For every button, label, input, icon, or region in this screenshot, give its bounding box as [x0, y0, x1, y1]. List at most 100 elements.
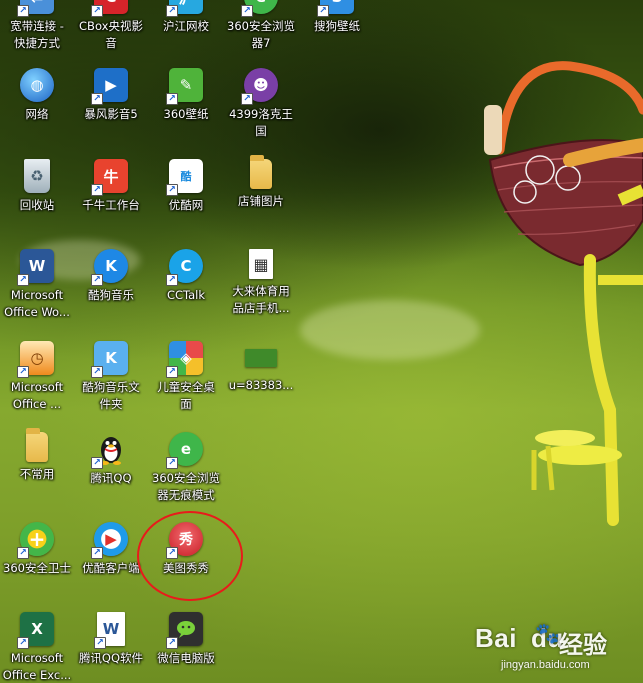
desktop-icon-incognito360[interactable]: e ↗ 360安全浏览 器无痕模式: [150, 430, 222, 516]
desktop-background: ⇄↗ 宽带连接 - 快捷方式 C↗ CBox央视影 音 沪↗ 沪江网校 e↗ 3…: [0, 0, 643, 683]
youku-web-icon: 酷 ↗: [166, 159, 203, 196]
desktop-icon-label: 不常用: [19, 467, 55, 481]
desktop-icon-word[interactable]: W ↗ Microsoft Office Wo...: [1, 247, 73, 333]
wallpaper-bokeh: [300, 300, 480, 360]
shortcut-arrow-icon: ↗: [317, 5, 329, 17]
shortcut-arrow-icon: ↗: [17, 5, 29, 17]
folder-icon: [26, 428, 48, 462]
shortcut-arrow-icon: ↗: [91, 274, 103, 286]
desktop-icon-label: u=83383...: [228, 378, 294, 392]
shortcut-arrow-icon: ↗: [166, 274, 178, 286]
desktop-icon-label: Microsoft Office ...: [10, 380, 64, 411]
word-document-icon: W ↗: [94, 612, 125, 649]
desktop-icon-office[interactable]: ◷ ↗ Microsoft Office ...: [1, 339, 73, 425]
wechat-pc-icon: ↗: [166, 612, 203, 649]
shortcut-arrow-icon: ↗: [91, 93, 103, 105]
desktop-icon-label: 千牛工作台: [82, 198, 140, 212]
desktop-icon-shop-images[interactable]: 店铺图片: [225, 155, 297, 243]
desktop-icon-label: 360安全浏览 器无痕模式: [152, 471, 220, 502]
cbox-icon: C↗: [91, 0, 128, 17]
desktop-icon-game4399[interactable]: ☻ ↗ 4399洛克王 国: [225, 66, 297, 152]
desktop-icon-cbox[interactable]: C↗ CBox央视影 音: [75, 0, 147, 64]
network-globe-icon: ◍: [20, 68, 54, 102]
wallpaper-360-icon: ✎ ↗: [166, 68, 203, 105]
desktop-icon-network[interactable]: ◍ 网络: [1, 66, 73, 152]
desktop-icon-recycle-bin[interactable]: ♻ 回收站: [1, 157, 73, 243]
baidu-paw-icon: 🐾: [535, 621, 560, 645]
watermark-url: jingyan.baidu.com: [501, 659, 590, 671]
desktop-icon-hujiang[interactable]: 沪↗ 沪江网校: [150, 0, 222, 64]
shortcut-arrow-icon: ↗: [91, 547, 103, 559]
qq-penguin-icon: ↗: [91, 432, 128, 469]
desktop-icon-label: Microsoft Office Wo...: [4, 288, 70, 319]
browser-incognito-icon: e ↗: [166, 432, 203, 469]
desktop-icon-label: 360安全浏览 器7: [227, 19, 295, 50]
shortcut-arrow-icon: ↗: [166, 5, 178, 17]
desktop-icon-label: CCTalk: [166, 288, 206, 302]
shortcut-arrow-icon: ↗: [91, 457, 103, 469]
desktop-icon-browser360[interactable]: e↗ 360安全浏览 器7: [225, 0, 297, 64]
desktop-icon-youku-client[interactable]: ▶ ↗ 优酷客户端: [75, 520, 147, 606]
desktop-icon-label: 儿童安全桌 面: [157, 380, 215, 411]
youku-client-icon: ▶ ↗: [91, 522, 128, 559]
desktop-icon-kids-desktop[interactable]: ◈ ↗ 儿童安全桌 面: [150, 339, 222, 425]
desktop-icon-qq[interactable]: ↗ 腾讯QQ: [75, 430, 147, 516]
qr-image-icon: ▦: [249, 249, 273, 279]
desktop-icon-label: CBox央视影 音: [79, 19, 143, 50]
desktop-icon-sogou-wallpaper[interactable]: S↗ 搜狗壁纸: [301, 0, 373, 64]
recycle-bin-icon: ♻: [24, 159, 50, 193]
kugou-folder-icon: K ↗: [91, 341, 128, 378]
qianniu-workbench-icon: 牛 ↗: [91, 159, 128, 196]
desktop-icon-wallpaper360[interactable]: ✎ ↗ 360壁纸: [150, 66, 222, 152]
desktop-icon-label: 宽带连接 - 快捷方式: [10, 19, 64, 50]
shortcut-arrow-icon: ↗: [166, 637, 178, 649]
desktop-icon-label: 360壁纸: [163, 107, 209, 121]
desktop-icon-youku-web[interactable]: 酷 ↗ 优酷网: [150, 157, 222, 243]
desktop-icon-label: 优酷客户端: [82, 561, 140, 575]
desktop-icon-label: 腾讯QQ: [90, 471, 132, 485]
desktop-icon-label: 暴风影音5: [84, 107, 138, 121]
image-thumbnail-icon: [245, 349, 277, 367]
highlight-circle: [137, 511, 243, 601]
desktop-icon-broadband[interactable]: ⇄↗ 宽带连接 - 快捷方式: [1, 0, 73, 64]
desktop-icon-guard360[interactable]: + ↗ 360安全卫士: [1, 520, 73, 606]
desktop-icon-kugou-folder[interactable]: K ↗ 酷狗音乐文 件夹: [75, 339, 147, 425]
desktop-icon-qq-software[interactable]: W ↗ 腾讯QQ软件: [75, 610, 147, 683]
network-connection-icon: ⇄↗: [17, 0, 54, 17]
desktop-icon-kugou[interactable]: K ↗ 酷狗音乐: [75, 247, 147, 333]
shortcut-arrow-icon: ↗: [166, 457, 178, 469]
cctalk-icon: C ↗: [166, 249, 203, 286]
shortcut-arrow-icon: ↗: [17, 366, 29, 378]
shortcut-arrow-icon: ↗: [17, 637, 29, 649]
shortcut-arrow-icon: ↗: [17, 274, 29, 286]
shortcut-arrow-icon: ↗: [17, 547, 29, 559]
word-icon: W ↗: [17, 249, 54, 286]
office-calendar-icon: ◷ ↗: [17, 341, 54, 378]
desktop-icon-excel[interactable]: X ↗ Microsoft Office Exc...: [1, 610, 73, 683]
shortcut-arrow-icon: ↗: [241, 93, 253, 105]
desktop-icon-label: 优酷网: [168, 198, 204, 212]
security-guard-360-icon: + ↗: [17, 522, 54, 559]
kugou-music-icon: K ↗: [91, 249, 128, 286]
desktop-icon-dalai-image[interactable]: ▦ 大来体育用 品店手机...: [225, 247, 297, 333]
desktop-icon-wechat-pc[interactable]: ↗ 微信电脑版: [150, 610, 222, 683]
folder-icon: [250, 155, 272, 189]
desktop-icon-label: 搜狗壁纸: [314, 19, 360, 33]
desktop-icon-label: 回收站: [19, 198, 55, 212]
baofeng-player-icon: ▶ ↗: [91, 68, 128, 105]
shortcut-arrow-icon: ↗: [241, 5, 253, 17]
desktop-icon-baofeng[interactable]: ▶ ↗ 暴风影音5: [75, 66, 147, 152]
desktop-icon-label: 沪江网校: [163, 19, 209, 33]
kids-desktop-icon: ◈ ↗: [166, 341, 203, 378]
baidu-jingyan-watermark: Bai du 🐾 经验 jingyan.baidu.com: [475, 621, 635, 679]
shortcut-arrow-icon: ↗: [91, 366, 103, 378]
desktop-icon-label: 360安全卫士: [3, 561, 71, 575]
desktop-icon-cctalk[interactable]: C ↗ CCTalk: [150, 247, 222, 333]
desktop-icon-image-file[interactable]: u=83383...: [225, 339, 297, 425]
desktop-icon-label: 网络: [25, 107, 49, 121]
desktop-icon-label: 4399洛克王 国: [229, 107, 293, 138]
shortcut-arrow-icon: ↗: [91, 5, 103, 17]
desktop-icon-qianniu[interactable]: 牛 ↗ 千牛工作台: [75, 157, 147, 243]
desktop-icon-uncommon-folder[interactable]: 不常用: [1, 428, 73, 516]
shortcut-arrow-icon: ↗: [166, 93, 178, 105]
